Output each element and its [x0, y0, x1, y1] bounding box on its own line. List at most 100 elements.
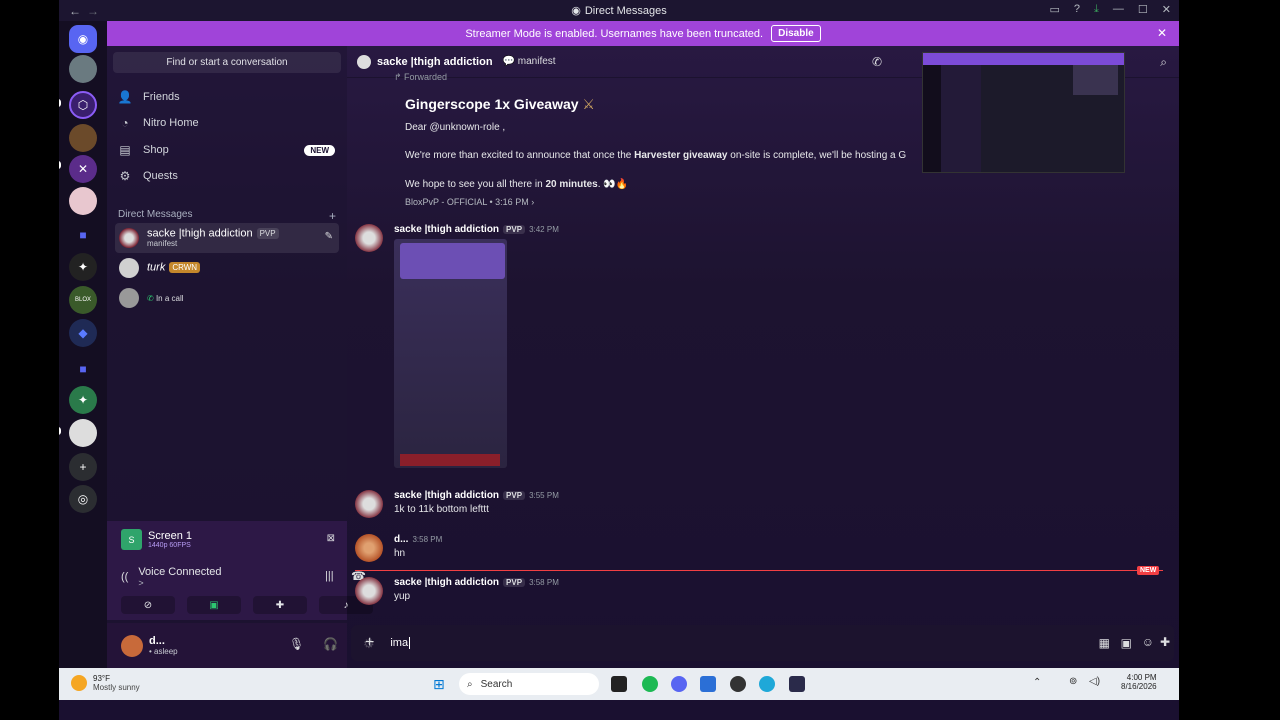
clock[interactable]: 4:00 PM 8/16/2026 — [1121, 673, 1157, 691]
minimize-button[interactable]: — — [1113, 3, 1124, 16]
server-icon[interactable] — [69, 55, 97, 83]
add-dm-icon[interactable]: + — [329, 209, 336, 223]
giveaway-title: Gingerscope 1x Giveaway ⚔ — [405, 96, 595, 112]
avatar — [119, 288, 139, 308]
weather-widget[interactable]: 93°F Mostly sunny — [71, 674, 140, 692]
folder-icon[interactable]: ■ — [69, 221, 97, 249]
nitro-icon: ◔ — [121, 116, 129, 130]
taskbar-search[interactable]: ⌕ Search — [459, 673, 599, 695]
download-icon[interactable]: ⤓ — [1094, 3, 1099, 16]
avatar — [119, 258, 139, 278]
obs-icon[interactable] — [730, 676, 746, 692]
browser-icon[interactable] — [759, 676, 775, 692]
friends-icon: 👤 — [117, 90, 133, 104]
mail-icon[interactable] — [700, 676, 716, 692]
voice-panel: S Screen 1 1440p 60FPS ⊠ (( Voice Connec… — [107, 521, 373, 620]
app-icon[interactable] — [789, 676, 805, 692]
discord-window: ← → ◉ Direct Messages ▭ ? ⤓ — ☐ ✕ Streame… — [59, 0, 1179, 720]
nav-nitro-home[interactable]: ◔ Nitro Home — [117, 111, 337, 135]
screen-share-icon: S — [121, 529, 142, 550]
disable-streamer-mode-button[interactable]: Disable — [771, 25, 821, 42]
maximize-button[interactable]: ☐ — [1138, 3, 1148, 16]
message-input[interactable]: ima — [390, 637, 411, 649]
windows-taskbar: 93°F Mostly sunny ⊞ ⌕ Search ⌃ ⊚ ◁) 4:00 … — [59, 668, 1179, 700]
emoji-icon[interactable]: ☺ — [1142, 635, 1154, 649]
server-rail: ◉ ⬡ ✕ ■ ✦ BLOX ◆ ■ ✦ + ◎ — [59, 21, 107, 668]
dm-item-sacke[interactable]: sacke |thigh addiction PVP manifest ✎ — [115, 223, 339, 253]
close-banner-icon[interactable]: ✕ — [1157, 26, 1167, 40]
microphone-icon[interactable]: 🎙 — [289, 637, 304, 651]
server-icon[interactable] — [69, 419, 97, 447]
server-icon[interactable]: ✕ — [69, 155, 97, 183]
home-button[interactable]: ◉ — [69, 25, 97, 53]
server-icon[interactable]: ✦ — [69, 386, 97, 414]
nav-friends[interactable]: 👤 Friends — [117, 85, 337, 109]
server-icon[interactable] — [69, 124, 97, 152]
avatar — [357, 54, 371, 69]
tag-badge: CRWN — [169, 262, 201, 274]
activities-button[interactable]: ✚ — [253, 596, 307, 614]
new-badge: NEW — [1137, 566, 1160, 575]
shop-icon: ▤ — [119, 143, 131, 157]
giveaway-line1: We're more than excited to announce that… — [405, 150, 907, 161]
start-button[interactable]: ⊞ — [433, 676, 445, 693]
search-icon: ⌕ — [467, 678, 473, 690]
message-image[interactable] — [394, 239, 507, 468]
popout-icon[interactable]: ⊠ — [327, 533, 335, 544]
apps-icon[interactable]: ✚ — [1160, 635, 1170, 649]
voice-connected-label[interactable]: Voice Connected — [138, 566, 221, 578]
search-icon[interactable]: ⌕ — [1160, 55, 1167, 70]
noise-suppression-icon[interactable]: ||| — [325, 570, 334, 582]
server-icon[interactable]: BLOX — [69, 286, 97, 314]
spotify-icon[interactable] — [642, 676, 658, 692]
share-screen-button[interactable]: ▣ — [187, 596, 241, 614]
headphones-icon[interactable]: 🎧 — [323, 637, 338, 651]
dm-item-turk[interactable]: turk CRWN — [115, 253, 339, 283]
help-icon[interactable]: ? — [1074, 3, 1080, 16]
gift-icon[interactable]: ▦ — [1099, 636, 1110, 650]
gif-icon[interactable]: ▣ — [1121, 636, 1132, 650]
call-icon[interactable]: ✆ — [872, 55, 882, 69]
quests-icon: ⚙ — [119, 169, 131, 183]
tray-chevron-icon[interactable]: ⌃ — [1033, 677, 1041, 688]
avatar[interactable] — [355, 534, 383, 562]
streamer-mode-banner: Streamer Mode is enabled. Usernames have… — [107, 21, 1179, 46]
avatar[interactable] — [121, 634, 143, 657]
add-attachment-icon[interactable]: + — [365, 634, 374, 652]
server-icon[interactable]: ✦ — [69, 253, 97, 281]
file-explorer-icon[interactable] — [611, 676, 627, 692]
discord-taskbar-icon[interactable] — [671, 676, 687, 692]
giveaway-source-link[interactable]: BloxPvP - OFFICIAL • 3:16 PM › — [405, 197, 534, 207]
inbox-icon[interactable]: ▭ — [1050, 3, 1060, 16]
find-conversation-button[interactable]: Find or start a conversation — [113, 52, 341, 73]
signal-icon: (( — [121, 571, 129, 583]
sun-icon — [71, 675, 87, 691]
wifi-icon[interactable]: ⊚ — [1069, 676, 1077, 687]
channel-status: 💬 manifest — [502, 56, 556, 67]
tag-badge: PVP — [256, 227, 279, 239]
avatar — [119, 228, 139, 248]
avatar[interactable] — [355, 577, 383, 605]
banner-text: Streamer Mode is enabled. Usernames have… — [465, 27, 764, 40]
server-icon[interactable] — [69, 187, 97, 215]
nav-shop[interactable]: ▤ Shop NEW — [117, 138, 337, 162]
nav-quests[interactable]: ⚙ Quests — [117, 164, 337, 188]
avatar[interactable] — [355, 224, 383, 252]
add-server-icon[interactable]: + — [69, 453, 97, 481]
dm-item-call[interactable]: ✆ In a call — [115, 283, 339, 313]
new-messages-divider — [355, 570, 1163, 571]
new-badge: NEW — [304, 144, 335, 156]
server-icon[interactable]: ⬡ — [69, 91, 97, 119]
discover-icon[interactable]: ◎ — [69, 485, 97, 513]
discord-logo-icon: ◉ — [571, 5, 581, 17]
avatar[interactable] — [355, 490, 383, 518]
giveaway-dear: Dear @unknown-role , — [405, 122, 506, 133]
channel-name: sacke |thigh addiction — [377, 55, 493, 68]
window-title: ◉ Direct Messages — [571, 5, 667, 17]
pin-icon[interactable]: ✎ — [325, 231, 333, 242]
volume-icon[interactable]: ◁) — [1089, 676, 1100, 687]
camera-off-button[interactable]: ⊘ — [121, 596, 175, 614]
server-icon[interactable]: ◆ — [69, 319, 97, 347]
close-window-button[interactable]: ✕ — [1162, 3, 1171, 16]
folder-icon[interactable]: ■ — [69, 355, 97, 383]
